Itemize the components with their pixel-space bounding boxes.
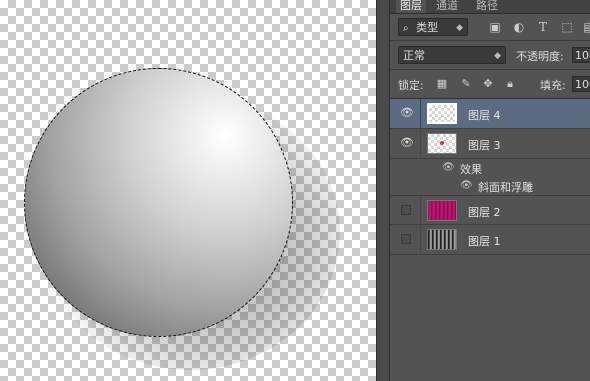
lock-label: 锁定: [398,79,424,92]
bevel-emboss-label: 斜面和浮雕 [478,181,533,194]
sphere-selection[interactable] [24,68,293,337]
layer-thumbnail [427,200,457,221]
effects-row[interactable]: 👁︎ 效果 [390,159,590,177]
effects-label: 效果 [460,163,482,176]
tab-channels[interactable]: 通道 [432,0,462,13]
divider [420,99,421,129]
layer-filter-row: ⌕ 类型 ◆ ▣ ◐ T ⬚ ▤ [390,14,590,41]
lock-row: 锁定: ▦ ✎ ✥ 🔒︎ 填充: 100 [390,70,590,99]
layer-thumbnail [427,229,457,250]
visibility-toggle[interactable] [401,205,411,215]
fill-label: 填充: [540,79,566,92]
blend-mode-label: 正常 [403,49,425,62]
lock-transparent-icon[interactable]: ▦ [436,78,448,90]
layer-name: 图层 4 [468,109,501,122]
divider [420,225,421,255]
opacity-input[interactable]: 100 [572,47,590,63]
layer-name: 图层 3 [468,139,501,152]
layer-row[interactable]: 👁︎ 图层 4 [390,99,590,129]
search-icon: ⌕ [403,23,409,34]
type-filter-icon[interactable]: T [536,20,550,34]
layer-row[interactable]: 图层 1 [390,225,590,255]
filter-kind-select[interactable]: ⌕ 类型 ◆ [398,18,468,36]
bevel-effect-row[interactable]: 👁︎ 斜面和浮雕 [390,177,590,195]
eye-icon[interactable]: 👁︎ [400,107,414,119]
tab-paths[interactable]: 路径 [472,0,502,13]
visibility-toggle[interactable] [401,234,411,244]
lock-move-icon[interactable]: ✥ [482,78,494,90]
lock-all-icon[interactable]: 🔒︎ [504,78,516,90]
chevron-updown-icon: ◆ [456,23,463,33]
layer-thumbnail [427,103,457,124]
eye-icon[interactable]: 👁︎ [400,137,414,149]
smart-object-filter-icon[interactable]: ▤ [582,20,590,34]
panel-tabbar: 图层 通道 路径 [390,0,590,14]
image-filter-icon[interactable]: ▣ [488,20,502,34]
filter-kind-label: 类型 [416,21,439,34]
lock-paint-icon[interactable]: ✎ [460,78,472,90]
blend-row: 正常 ◆ 不透明度: 100 [390,41,590,70]
layer-thumbnail [427,133,457,154]
shape-filter-icon[interactable]: ⬚ [560,20,574,34]
chevron-updown-icon: ◆ [494,51,501,61]
blend-mode-select[interactable]: 正常 ◆ [398,46,506,64]
layers-panel: 图层 通道 路径 ⌕ 类型 ◆ ▣ ◐ T ⬚ ▤ 正常 ◆ 不透明度: 100… [390,0,590,381]
layer-name: 图层 1 [468,235,501,248]
panel-divider[interactable] [376,0,390,381]
opacity-label: 不透明度: [516,50,564,63]
divider [420,129,421,159]
layer-row[interactable]: 图层 2 [390,195,590,226]
layer-row[interactable]: 👁︎ 图层 3 [390,129,590,159]
thumbnail-dot [440,141,444,145]
layer-name: 图层 2 [468,206,501,219]
eye-icon[interactable]: 👁︎ [442,162,455,173]
tab-layers[interactable]: 图层 [396,0,426,13]
fill-input[interactable]: 100 [572,76,590,92]
adjustment-filter-icon[interactable]: ◐ [512,20,526,34]
divider [420,196,421,226]
eye-icon[interactable]: 👁︎ [460,180,473,191]
document-canvas[interactable] [0,0,376,381]
